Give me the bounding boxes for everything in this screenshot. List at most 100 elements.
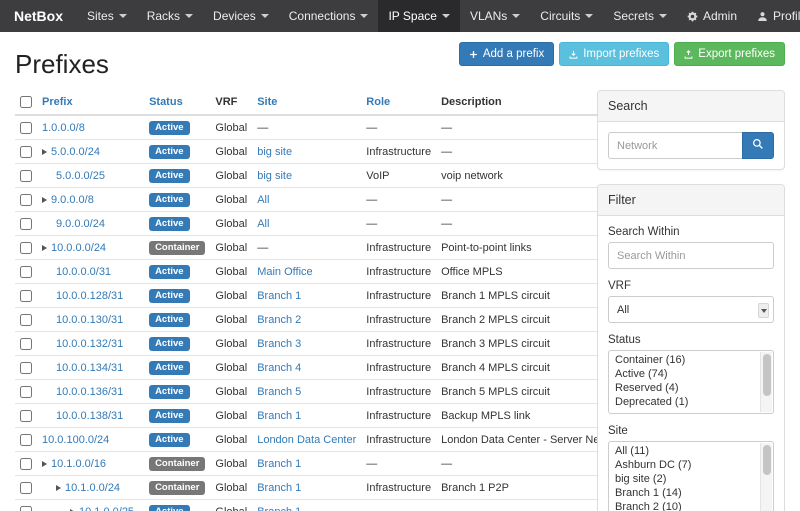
- search-input[interactable]: [608, 132, 742, 159]
- site-link[interactable]: Branch 3: [257, 338, 301, 350]
- row-checkbox[interactable]: [20, 314, 32, 326]
- status-option[interactable]: Active (74): [611, 367, 758, 381]
- admin-link[interactable]: Admin: [677, 0, 747, 32]
- row-checkbox[interactable]: [20, 338, 32, 350]
- prefix-cell: 10.0.0.138/31: [37, 404, 144, 428]
- prefix-link[interactable]: 10.1.0.0/16: [51, 458, 106, 470]
- site-link[interactable]: Branch 1: [257, 290, 301, 302]
- site-link[interactable]: All: [257, 194, 269, 206]
- prefix-cell: 10.0.0.132/31: [37, 332, 144, 356]
- site-cell: Branch 3: [252, 332, 361, 356]
- site-option[interactable]: Branch 1 (14): [611, 486, 758, 500]
- vrf-select[interactable]: All: [608, 296, 774, 323]
- select-all-checkbox[interactable]: [20, 96, 32, 108]
- add-prefix-button[interactable]: Add a prefix: [459, 42, 554, 66]
- site-option[interactable]: Ashburn DC (7): [611, 458, 758, 472]
- site-link[interactable]: All: [257, 218, 269, 230]
- row-check-cell: [15, 260, 37, 284]
- prefix-link[interactable]: 10.0.0.0/24: [51, 242, 106, 254]
- status-option[interactable]: Container (16): [611, 353, 758, 367]
- status-option[interactable]: Reserved (4): [611, 381, 758, 395]
- row-checkbox[interactable]: [20, 146, 32, 158]
- prefix-link[interactable]: 5.0.0.0/25: [56, 170, 105, 182]
- row-checkbox[interactable]: [20, 242, 32, 254]
- site-link[interactable]: Branch 5: [257, 386, 301, 398]
- column-header[interactable]: Status: [144, 90, 210, 115]
- search-within-input[interactable]: [608, 242, 774, 269]
- prefix-link[interactable]: 9.0.0.0/24: [56, 218, 105, 230]
- prefix-link[interactable]: 10.0.0.132/31: [56, 338, 123, 350]
- navbar-item[interactable]: Sites: [77, 0, 137, 32]
- site-link[interactable]: Branch 1: [257, 458, 301, 470]
- row-checkbox[interactable]: [20, 410, 32, 422]
- site-link[interactable]: —: [257, 242, 268, 254]
- row-checkbox[interactable]: [20, 434, 32, 446]
- site-link[interactable]: big site: [257, 170, 292, 182]
- scrollbar[interactable]: [760, 352, 772, 412]
- search-button[interactable]: [742, 132, 774, 159]
- navbar-item[interactable]: Racks: [137, 0, 203, 32]
- site-option[interactable]: All (11): [611, 444, 758, 458]
- row-checkbox[interactable]: [20, 362, 32, 374]
- row-check-cell: [15, 452, 37, 476]
- brand-logo[interactable]: NetBox: [0, 0, 77, 32]
- export-prefixes-button[interactable]: Export prefixes: [674, 42, 785, 66]
- prefix-link[interactable]: 10.0.0.130/31: [56, 314, 123, 326]
- scrollbar[interactable]: [760, 443, 772, 511]
- prefix-link[interactable]: 10.0.0.134/31: [56, 362, 123, 374]
- column-header[interactable]: Prefix: [37, 90, 144, 115]
- site-link[interactable]: Branch 2: [257, 314, 301, 326]
- expand-caret-icon: [42, 197, 47, 203]
- site-option[interactable]: Branch 2 (10): [611, 500, 758, 511]
- prefix-link[interactable]: 1.0.0.0/8: [42, 122, 85, 134]
- prefix-link[interactable]: 10.0.0.128/31: [56, 290, 123, 302]
- row-checkbox[interactable]: [20, 122, 32, 134]
- row-checkbox[interactable]: [20, 170, 32, 182]
- import-prefixes-button[interactable]: Import prefixes: [559, 42, 669, 66]
- profile-link[interactable]: Profile: [747, 0, 800, 32]
- status-multiselect[interactable]: Container (16) Active (74) Reserved (4) …: [608, 350, 774, 414]
- site-link[interactable]: Branch 1: [257, 506, 301, 511]
- row-checkbox[interactable]: [20, 386, 32, 398]
- import-prefixes-label: Import prefixes: [583, 48, 659, 60]
- navbar-item[interactable]: Devices: [203, 0, 279, 32]
- row-check-cell: [15, 500, 37, 511]
- prefix-link[interactable]: 5.0.0.0/24: [51, 146, 100, 158]
- status-cell: Active: [144, 332, 210, 356]
- prefix-link[interactable]: 9.0.0.0/8: [51, 194, 94, 206]
- prefix-link[interactable]: 10.0.0.136/31: [56, 386, 123, 398]
- navbar-item[interactable]: Connections: [279, 0, 379, 32]
- vrf-cell: Global: [210, 380, 252, 404]
- navbar-item[interactable]: Secrets: [603, 0, 677, 32]
- row-checkbox[interactable]: [20, 218, 32, 230]
- site-link[interactable]: —: [257, 122, 268, 134]
- role-cell: Infrastructure: [361, 236, 436, 260]
- site-multiselect[interactable]: All (11) Ashburn DC (7) big site (2) Bra…: [608, 441, 774, 511]
- prefix-link[interactable]: 10.0.100.0/24: [42, 434, 109, 446]
- prefix-link[interactable]: 10.1.0.0/24: [65, 482, 120, 494]
- row-checkbox[interactable]: [20, 506, 32, 511]
- row-checkbox[interactable]: [20, 266, 32, 278]
- site-link[interactable]: Branch 1: [257, 482, 301, 494]
- prefix-link[interactable]: 10.1.0.0/25: [79, 506, 134, 511]
- status-option[interactable]: Deprecated (1): [611, 395, 758, 409]
- column-header[interactable]: Site: [252, 90, 361, 115]
- column-header[interactable]: Role: [361, 90, 436, 115]
- site-link[interactable]: big site: [257, 146, 292, 158]
- site-link[interactable]: Branch 1: [257, 410, 301, 422]
- navbar-item[interactable]: IP Space: [378, 0, 459, 32]
- site-link[interactable]: Main Office: [257, 266, 312, 278]
- navbar-item[interactable]: VLANs: [460, 0, 530, 32]
- row-checkbox[interactable]: [20, 458, 32, 470]
- site-cell: Branch 1: [252, 452, 361, 476]
- site-link[interactable]: London Data Center: [257, 434, 356, 446]
- site-link[interactable]: Branch 4: [257, 362, 301, 374]
- row-checkbox[interactable]: [20, 482, 32, 494]
- row-checkbox[interactable]: [20, 194, 32, 206]
- column-header[interactable]: VRF: [210, 90, 252, 115]
- row-checkbox[interactable]: [20, 290, 32, 302]
- prefix-link[interactable]: 10.0.0.138/31: [56, 410, 123, 422]
- prefix-link[interactable]: 10.0.0.0/31: [56, 266, 111, 278]
- site-option[interactable]: big site (2): [611, 472, 758, 486]
- navbar-item[interactable]: Circuits: [530, 0, 603, 32]
